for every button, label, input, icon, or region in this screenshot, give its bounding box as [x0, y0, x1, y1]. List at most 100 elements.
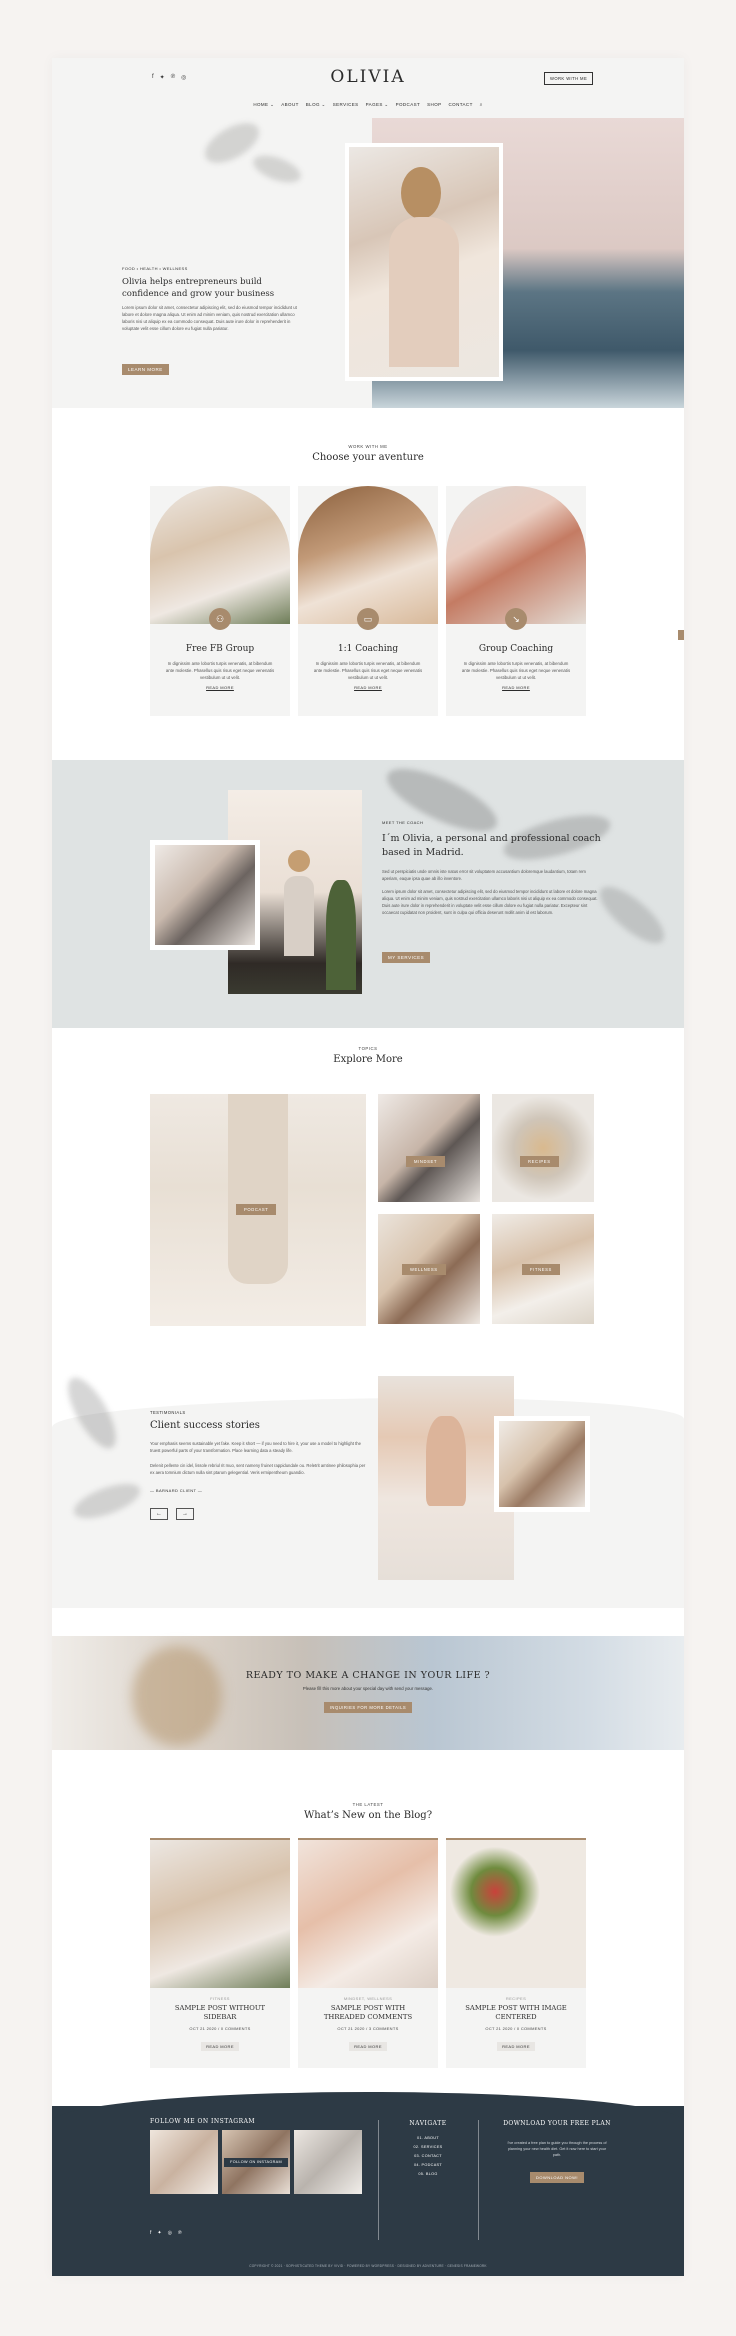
product-frame [494, 1416, 590, 1512]
scroll-tab[interactable] [678, 630, 684, 640]
topic-tile-recipes[interactable]: RECIPES [492, 1094, 594, 1202]
blog-post-card[interactable]: FITNESS SAMPLE POST WITHOUT SIDEBAR OCT … [150, 1838, 290, 2068]
service-card[interactable]: ↘ Group Coaching In dignissim ante lobor… [446, 486, 586, 716]
about-section: MEET THE COACH I´m Olivia, a personal an… [52, 756, 684, 1028]
site-footer: FOLLOW ME ON INSTAGRAM FOLLOW ON INSTAGR… [52, 2092, 684, 2276]
testimonial-text-1: Your emphasis seems sustainable yet fake… [150, 1441, 361, 1453]
instagram-photo[interactable]: FOLLOW ON INSTAGRAM [222, 2130, 290, 2194]
nav-item-services[interactable]: SERVICES [333, 102, 359, 108]
arrow-right-icon: → [182, 1511, 188, 1517]
tile-label: FITNESS [522, 1264, 560, 1275]
instagram-photo[interactable] [294, 2130, 362, 2194]
cta-title: READY TO MAKE A CHANGE IN YOUR LIFE ? [245, 1670, 491, 1681]
navigate-title: NAVIGATE [409, 2120, 447, 2127]
about-text-2: Lorem ipsum dolor sit amet, consectetur … [382, 889, 598, 915]
arrow-icon: ↘ [505, 608, 527, 630]
hero-portrait-image [345, 143, 503, 381]
topics-section: TOPICS Explore More PODCAST MINDSET RECI… [52, 1028, 684, 1358]
cta-inquiry-button[interactable]: INQUIRIES FOR MORE DETAILS [323, 1702, 413, 1713]
leaf-shadow [249, 150, 305, 188]
facebook-icon[interactable]: f [150, 2230, 151, 2236]
footer-nav-about[interactable]: 01. ABOUT [378, 2134, 478, 2143]
services-section: WORK WITH ME Choose your aventure ⚇ Free… [52, 408, 684, 716]
topic-tile-fitness[interactable]: FITNESS [492, 1214, 594, 1324]
service-card-image [150, 486, 290, 624]
post-image [298, 1838, 438, 1988]
read-more-button[interactable]: READ MORE [497, 2042, 535, 2051]
read-more-button[interactable]: READ MORE [349, 2042, 387, 2051]
service-card[interactable]: ⚇ Free FB Group In dignissim ante lobort… [150, 486, 290, 716]
blog-kicker: THE LATEST [352, 1802, 384, 1807]
post-meta: OCT 21 2020 / 3 COMMENTS [337, 2026, 399, 2031]
topics-title: Explore More [333, 1054, 403, 1065]
instagram-icon[interactable]: ◎ [168, 2230, 172, 2236]
post-meta: OCT 21 2020 / 0 COMMENTS [485, 2026, 547, 2031]
service-card[interactable]: ▭ 1:1 Coaching In dignissim ante loborti… [298, 486, 438, 716]
service-card-desc: In dignissim ante lobortis turpis venena… [313, 661, 423, 680]
blog-post-card[interactable]: RECIPES SAMPLE POST WITH IMAGE CENTERED … [446, 1838, 586, 2068]
post-title[interactable]: SAMPLE POST WITH THREADED COMMENTS [298, 2004, 438, 2022]
nav-item-home[interactable]: HOME ⌄ [253, 102, 274, 108]
hero-text: Lorem ipsum dolor sit amet, consectetur … [122, 305, 297, 331]
service-card-title: 1:1 Coaching [337, 644, 399, 654]
footer-nav-contact[interactable]: 03. CONTACT [378, 2152, 478, 2161]
nav-item-contact[interactable]: CONTACT [449, 102, 473, 108]
post-meta: OCT 21 2020 / 0 COMMENTS [189, 2026, 251, 2031]
cta-text: Please fill this more about your special… [302, 1686, 434, 1691]
topic-tile-wellness[interactable]: WELLNESS [378, 1214, 480, 1324]
prev-testimonial-button[interactable]: ← [150, 1508, 168, 1520]
hero-kicker: FOOD • HEALTH • WELLNESS [122, 266, 188, 271]
hero-title: Olivia helps entrepreneurs build confide… [122, 277, 275, 299]
nav-item-pages[interactable]: PAGES ⌄ [366, 102, 389, 108]
topics-kicker: TOPICS [358, 1046, 378, 1051]
post-category: FITNESS [210, 1996, 230, 2001]
nav-item-podcast[interactable]: PODCAST [396, 102, 421, 108]
nav-item-blog[interactable]: BLOG ⌄ [306, 102, 326, 108]
next-testimonial-button[interactable]: → [176, 1508, 194, 1520]
footer-divider [478, 2120, 479, 2240]
nav-item-shop[interactable]: SHOP [427, 102, 441, 108]
search-icon[interactable]: ⌕ [480, 102, 483, 108]
read-more-link[interactable]: READ MORE [298, 685, 438, 690]
topic-tile-mindset[interactable]: MINDSET [378, 1094, 480, 1202]
blog-title: What’s New on the Blog? [303, 1810, 433, 1821]
post-category: RECIPES [505, 1996, 527, 2001]
tile-label: PODCAST [236, 1204, 277, 1215]
testimonials-title: Client success stories [150, 1420, 260, 1431]
post-image [446, 1838, 586, 1988]
work-with-me-button[interactable]: WORK WITH ME [544, 72, 594, 85]
testimonials-kicker: TESTIMONIALS [150, 1410, 186, 1415]
topic-tile-podcast[interactable]: PODCAST [150, 1094, 366, 1326]
service-card-title: Free FB Group [185, 644, 255, 654]
follow-instagram-overlay[interactable]: FOLLOW ON INSTAGRAM [224, 2158, 288, 2167]
nav-item-about[interactable]: ABOUT [281, 102, 299, 108]
read-more-link[interactable]: READ MORE [150, 685, 290, 690]
my-services-button[interactable]: MY SERVICES [382, 952, 431, 963]
twitter-icon[interactable]: ✦ [157, 2230, 161, 2236]
pinterest-icon[interactable]: ℗ [178, 2230, 182, 2236]
read-more-link[interactable]: READ MORE [446, 685, 586, 690]
hero-learn-more-button[interactable]: LEARN MORE [122, 364, 169, 375]
post-title[interactable]: SAMPLE POST WITHOUT SIDEBAR [150, 2004, 290, 2022]
people-icon: ⚇ [209, 608, 231, 630]
read-more-button[interactable]: READ MORE [201, 2042, 239, 2051]
testimonials-section: TESTIMONIALS Client success stories Your… [52, 1358, 684, 1608]
testimonial-author: — BARNARD CLIENT — [150, 1488, 203, 1493]
blog-post-card[interactable]: MINDSET, WELLNESS SAMPLE POST WITH THREA… [298, 1838, 438, 2068]
post-title[interactable]: SAMPLE POST WITH IMAGE CENTERED [446, 2004, 586, 2022]
footer-nav-blog[interactable]: 05. BLOG [378, 2170, 478, 2179]
service-card-title: Group Coaching [478, 644, 554, 654]
leaf-shadow [591, 877, 673, 953]
footer-nav-services[interactable]: 02. SERVICES [378, 2143, 478, 2152]
main-nav: HOME ⌄ ABOUT BLOG ⌄ SERVICES PAGES ⌄ POD… [52, 102, 684, 108]
cta-banner: READY TO MAKE A CHANGE IN YOUR LIFE ? Pl… [52, 1636, 684, 1750]
services-title: Choose your aventure [312, 452, 424, 463]
page: f ✦ ℗ ◎ OLIVIA WORK WITH ME HOME ⌄ ABOUT… [52, 58, 684, 2276]
testimonial-text-2: Delenit pellente cin idel, lissole rebri… [150, 1463, 366, 1475]
download-text: I've created a free plan to guide you th… [507, 2141, 607, 2157]
download-now-button[interactable]: DOWNLOAD NOW! [529, 2172, 585, 2183]
leaf-photo [155, 845, 255, 945]
about-kicker: MEET THE COACH [382, 820, 424, 825]
footer-nav-podcast[interactable]: 04. PODCAST [378, 2161, 478, 2170]
instagram-photo[interactable] [150, 2130, 218, 2194]
